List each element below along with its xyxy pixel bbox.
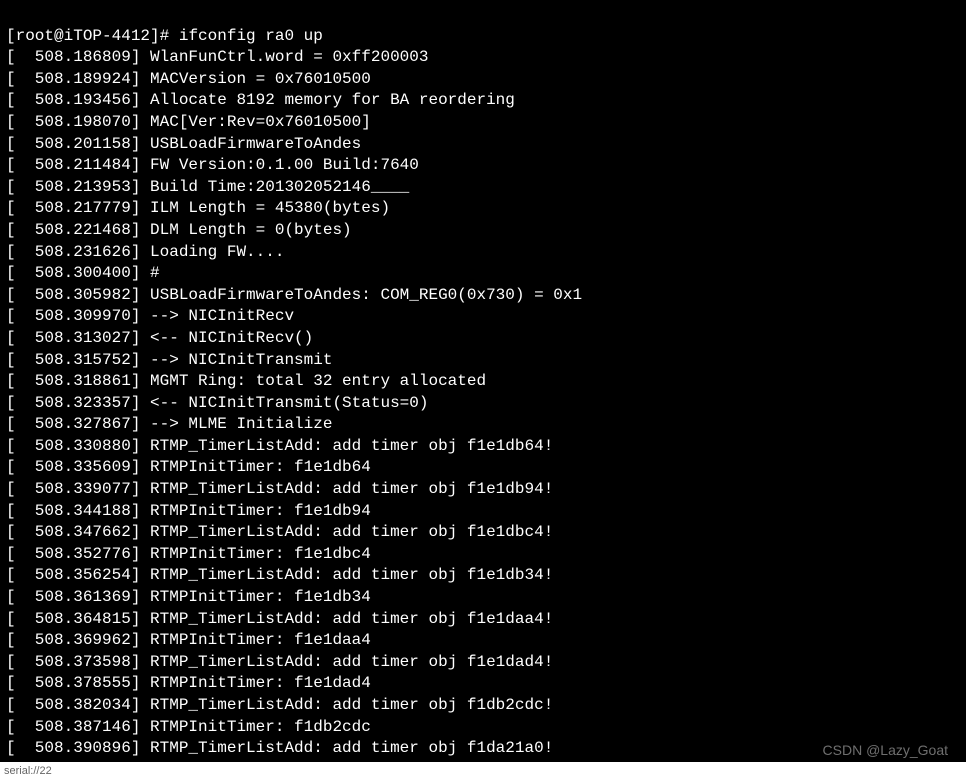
kernel-log-lines: [ 508.186809] WlanFunCtrl.word = 0xff200…	[6, 48, 582, 757]
status-bar: serial://22	[0, 762, 966, 780]
connection-label: serial://22	[4, 765, 52, 777]
shell-prompt: [root@iTOP-4412]#	[6, 27, 169, 45]
shell-prompt-line: [root@iTOP-4412]# ifconfig ra0 up	[6, 26, 960, 48]
shell-command: ifconfig ra0 up	[179, 27, 323, 45]
terminal-output[interactable]: [root@iTOP-4412]# ifconfig ra0 up[ 508.1…	[0, 0, 966, 762]
